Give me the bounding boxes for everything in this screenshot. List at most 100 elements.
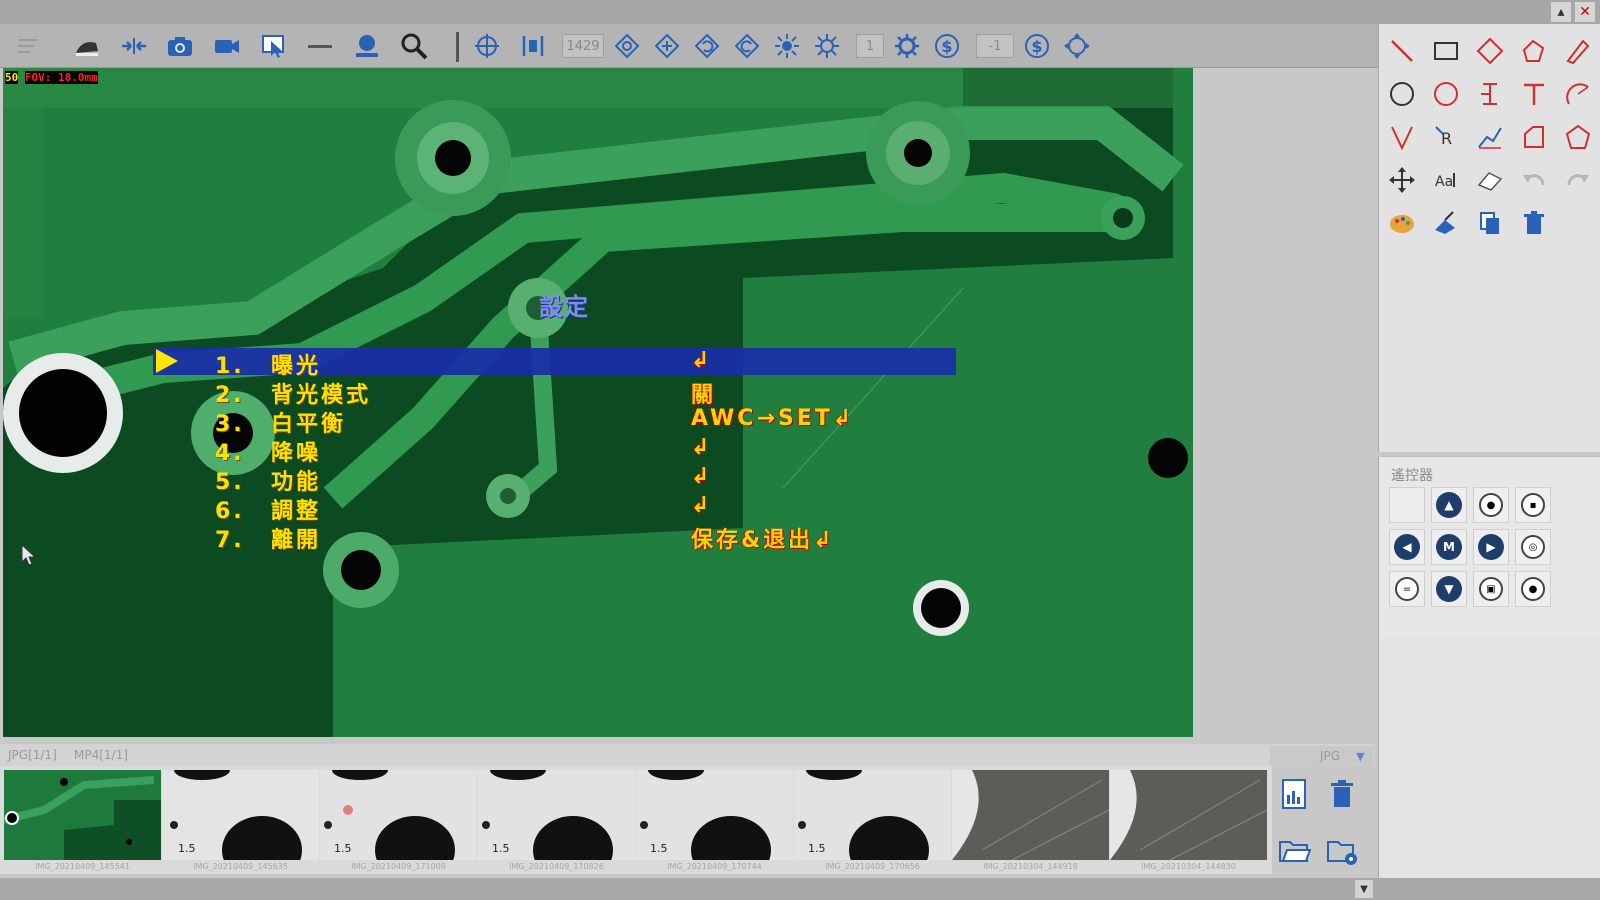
scroll-down-button[interactable]: ▼ <box>1355 880 1373 898</box>
thumbnail-name: IMG_20210409_145541 <box>35 862 130 871</box>
video-record-icon[interactable] <box>210 30 244 62</box>
thumbnail-hole[interactable]: 1.5 <box>636 770 793 860</box>
draw-corner-icon[interactable] <box>1515 118 1553 156</box>
zoom-icon[interactable] <box>397 30 431 62</box>
file-type-select[interactable]: JPG ▼ <box>1270 746 1374 766</box>
controller-down-button[interactable]: ▼ <box>1431 571 1467 607</box>
close-button[interactable]: ✕ <box>1575 2 1595 22</box>
draw-vertical-measure-icon[interactable] <box>1471 75 1509 113</box>
snapshot-icon: ◎ <box>1521 535 1545 559</box>
controller-blank-button[interactable] <box>1389 487 1425 523</box>
focus-plus-icon[interactable] <box>650 30 684 62</box>
thumbnail-hole[interactable]: 1.5 <box>478 770 635 860</box>
controller-snapshot-button[interactable]: ◎ <box>1515 529 1551 565</box>
focus-target-icon[interactable] <box>610 30 644 62</box>
osd-item-white-balance[interactable]: 3. 白平衡 <box>215 406 346 437</box>
gain-field[interactable]: 1 <box>856 34 884 58</box>
controller-title: 遙控器 <box>1391 468 1433 484</box>
settings-gear-icon[interactable] <box>890 30 924 62</box>
pen-style-icon[interactable] <box>1427 204 1465 242</box>
exposure-auto-icon[interactable]: $ <box>1020 30 1054 62</box>
exposure-value-field[interactable]: 1429 <box>562 34 604 58</box>
controller-record-button[interactable]: ● <box>1515 571 1551 607</box>
offset-field[interactable]: -1 <box>976 34 1014 58</box>
delete-file-icon[interactable] <box>1320 774 1364 814</box>
thumbnail-name: IMG_20210304_144830 <box>1141 862 1236 871</box>
move-icon[interactable] <box>1383 161 1421 199</box>
osd-item-exit[interactable]: 7. 離開 <box>215 522 321 553</box>
draw-rectangle-icon[interactable] <box>1427 32 1465 70</box>
thumbnail-surface[interactable] <box>952 770 1109 860</box>
crosshair-icon[interactable] <box>470 30 504 62</box>
folder-settings-icon[interactable] <box>1320 830 1364 870</box>
chevron-down-icon: ▼ <box>1356 749 1365 763</box>
export-report-icon[interactable] <box>1272 774 1316 814</box>
font-settings-icon[interactable]: Aa <box>1427 161 1465 199</box>
toolbar-divider <box>456 32 459 62</box>
copy-icon[interactable] <box>1471 204 1509 242</box>
tab-mp4[interactable]: MP4[1/1] <box>74 748 128 762</box>
align-icon[interactable] <box>516 30 550 62</box>
redo-icon[interactable] <box>1559 161 1597 199</box>
tab-jpg[interactable]: JPG[1/1] <box>8 748 57 762</box>
undo-icon[interactable] <box>1515 161 1553 199</box>
fit-screen-icon[interactable] <box>1060 30 1094 62</box>
thumbnail-pcb[interactable] <box>4 770 161 860</box>
color-palette-icon[interactable] <box>1383 204 1421 242</box>
thumbnail-hole[interactable]: 1.5 <box>320 770 477 860</box>
draw-freehand-icon[interactable] <box>1559 32 1597 70</box>
draw-circle-3pt-icon[interactable] <box>1427 75 1465 113</box>
delete-drawing-icon[interactable] <box>1515 204 1553 242</box>
draw-circle-icon[interactable] <box>1383 75 1421 113</box>
osd-item-adjust[interactable]: 6. 調整 <box>215 493 321 524</box>
controller-freeze-button[interactable]: = <box>1389 571 1425 607</box>
fov-prefix: 50 <box>5 71 19 84</box>
record-icon: ● <box>1521 577 1545 601</box>
arrow-down-icon: ▼ <box>1436 576 1462 602</box>
live-video-view[interactable]: 50 FOV: 18.0mm 設定 1. 曝光 2. 背光模式 3. 白平衡 4. 降噪… <box>3 68 1193 737</box>
controller-left-button[interactable]: ◀ <box>1389 529 1425 565</box>
draw-diamond-icon[interactable] <box>1471 32 1509 70</box>
image-icon: ▪ <box>1521 493 1545 517</box>
controller-menu-button[interactable]: M <box>1431 529 1467 565</box>
select-region-icon[interactable] <box>257 30 291 62</box>
draw-pentagon-icon[interactable] <box>1559 118 1597 156</box>
thumbnail-hole[interactable]: 1.5 <box>794 770 951 860</box>
camera-icon[interactable] <box>163 30 197 62</box>
draw-text-icon[interactable] <box>1515 75 1553 113</box>
controller-image-button[interactable]: ▪ <box>1515 487 1551 523</box>
draw-angle-icon[interactable] <box>1383 118 1421 156</box>
thumbnail-surface[interactable] <box>1110 770 1267 860</box>
draw-line-icon[interactable] <box>1383 32 1421 70</box>
line-tool-icon[interactable] <box>303 30 337 62</box>
brightness-down-icon[interactable] <box>810 30 844 62</box>
controller-right-button[interactable]: ▶ <box>1473 529 1509 565</box>
rotate-right-icon[interactable] <box>730 30 764 62</box>
eraser-icon[interactable] <box>1471 161 1509 199</box>
scroll-up-button[interactable]: ▴ <box>1551 2 1571 22</box>
menu-icon[interactable] <box>12 30 46 62</box>
stamp-icon[interactable] <box>350 30 384 62</box>
osd-item-exposure[interactable]: 1. 曝光 <box>215 348 321 379</box>
open-folder-icon[interactable] <box>1272 830 1316 870</box>
brightness-up-icon[interactable] <box>770 30 804 62</box>
osd-item-backlight[interactable]: 2. 背光模式 <box>215 377 371 408</box>
thumbnail-name: IMG_20210409_171008 <box>351 862 446 871</box>
menu-m-icon: M <box>1436 534 1462 560</box>
controller-save-button[interactable]: ▣ <box>1473 571 1509 607</box>
draw-polygon-icon[interactable] <box>1515 32 1553 70</box>
osd-value-noise-reduction: ↲ <box>691 435 713 460</box>
controller-up-button[interactable]: ▲ <box>1431 487 1467 523</box>
osd-item-noise-reduction[interactable]: 4. 降噪 <box>215 435 321 466</box>
exposure-dollar-icon[interactable]: $ <box>930 30 964 62</box>
thumbnail-hole[interactable]: 1.5 <box>162 770 319 860</box>
draw-arc-icon[interactable] <box>1559 75 1597 113</box>
osd-item-function[interactable]: 5. 功能 <box>215 464 321 495</box>
rotate-left-icon[interactable] <box>690 30 724 62</box>
controller-power-button[interactable]: ● <box>1473 487 1509 523</box>
title-strip: ▴ ✕ <box>0 0 1600 24</box>
draw-chart-icon[interactable] <box>1471 118 1509 156</box>
compare-icon[interactable] <box>117 30 151 62</box>
draw-radius-icon[interactable]: R <box>1427 118 1465 156</box>
microscope-icon[interactable] <box>70 30 104 62</box>
